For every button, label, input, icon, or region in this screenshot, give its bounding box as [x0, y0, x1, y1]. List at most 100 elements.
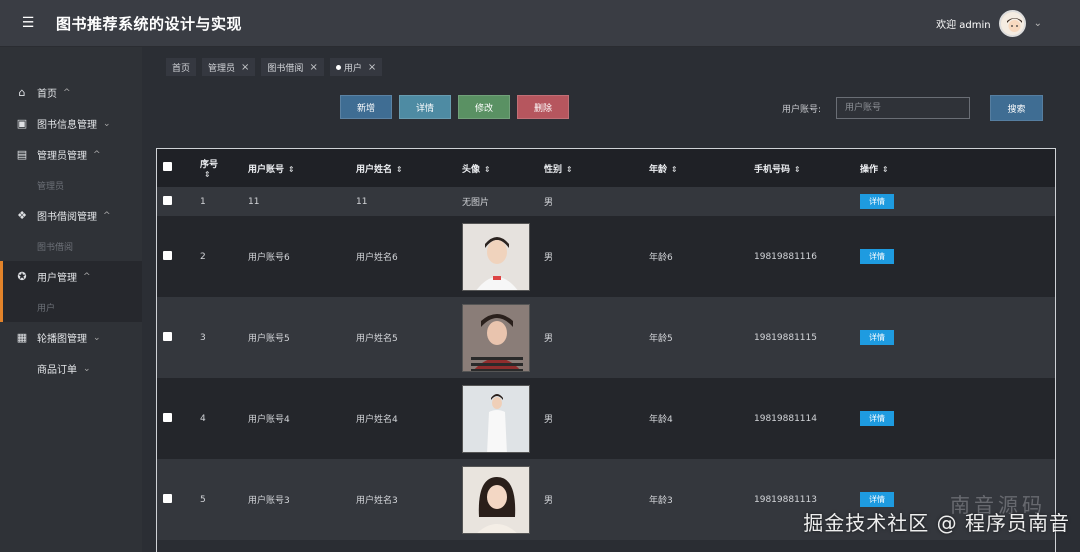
sort-icon: ⇕ [794, 164, 801, 174]
cell-age: 年龄4 [649, 378, 754, 459]
chevron-up-icon: ^ [83, 271, 91, 282]
cell-phone: 19819881116 [754, 216, 860, 297]
layout-icon: ▤ [16, 148, 28, 161]
search-input[interactable] [836, 97, 970, 119]
chevron-down-icon: ⌄ [83, 363, 91, 374]
cell-phone [754, 187, 860, 216]
sidebar-item-borrow-manage[interactable]: ❖ 图书借阅管理 ^ [0, 200, 142, 231]
sidebar-sub-admin[interactable]: 管理员 [0, 170, 142, 200]
tab-user[interactable]: 用户 × [329, 58, 383, 76]
row-detail-button[interactable]: 详情 [860, 194, 894, 209]
col-header-avatar[interactable]: 头像 ⇕ [462, 149, 544, 187]
cell-account: 用户账号4 [248, 378, 356, 459]
tab-admin[interactable]: 管理员 × [202, 58, 256, 76]
col-header-label: 性别 [544, 164, 563, 175]
sidebar-sub-borrow[interactable]: 图书借阅 [0, 231, 142, 261]
cell-no: 2 [200, 216, 248, 297]
tab-home[interactable]: 首页 [166, 58, 197, 76]
search-button[interactable]: 搜索 [990, 95, 1043, 121]
sidebar-sub-user[interactable]: 用户 [0, 292, 142, 322]
sidebar-item-carousel[interactable]: ▦ 轮播图管理 ⌄ [0, 322, 142, 353]
table-row: 2 用户账号6 用户姓名6 男 年龄6 19819881116 详情 [157, 216, 1055, 297]
carousel-icon: ▦ [16, 331, 28, 344]
cell-name: 11 [356, 187, 462, 216]
col-header-gender[interactable]: 性别 ⇕ [544, 149, 649, 187]
col-header-phone[interactable]: 手机号码 ⇕ [754, 149, 860, 187]
col-header-no[interactable]: 序号 ⇕ [200, 149, 248, 187]
col-header-age[interactable]: 年龄 ⇕ [649, 149, 754, 187]
row-checkbox[interactable] [163, 195, 172, 205]
sidebar-item-admin-manage[interactable]: ▤ 管理员管理 ^ [0, 139, 142, 170]
row-detail-button[interactable]: 详情 [860, 249, 894, 264]
row-checkbox[interactable] [163, 331, 172, 341]
sidebar-item-label: 商品订单 [37, 365, 77, 376]
sidebar-item-label: 管理员管理 [37, 151, 87, 162]
sidebar-item-book-info[interactable]: ▣ 图书信息管理 ⌄ [0, 108, 142, 139]
delete-button[interactable]: 删除 [517, 95, 569, 119]
user-avatar-image[interactable] [462, 303, 530, 372]
sort-icon: ⇕ [671, 164, 678, 174]
chevron-down-icon[interactable]: ⌄ [1034, 18, 1042, 29]
col-header-label: 序号 [200, 160, 219, 170]
detail-button[interactable]: 详情 [399, 95, 451, 119]
edit-button[interactable]: 修改 [458, 95, 510, 119]
col-header-label: 年龄 [649, 164, 668, 175]
row-detail-button[interactable]: 详情 [860, 411, 894, 426]
sidebar-item-label: 用户管理 [37, 273, 77, 284]
app-title: 图书推荐系统的设计与实现 [56, 14, 243, 33]
user-table: 序号 ⇕ 用户账号 ⇕ 用户姓名 ⇕ 头像 ⇕ 性别 ⇕ 年龄 ⇕ 手机号码 ⇕ 操作 ⇕ 1 … [156, 148, 1056, 552]
welcome-text: 欢迎 admin [936, 19, 991, 31]
user-avatar-image[interactable] [462, 222, 530, 291]
table-row: 1 11 11 无图片 男 详情 [157, 187, 1055, 216]
avatar[interactable] [998, 9, 1026, 37]
row-checkbox[interactable] [163, 493, 172, 503]
tab-label: 管理员 [208, 63, 236, 74]
tab-bar: 首页 管理员 × 图书借阅 × 用户 × [166, 57, 388, 77]
user-avatar-image[interactable] [462, 384, 530, 453]
cell-age: 年龄3 [649, 459, 754, 540]
table-row: 4 用户账号4 用户姓名4 男 年龄4 19819881114 详情 [157, 378, 1055, 459]
row-checkbox[interactable] [163, 412, 172, 422]
sidebar-item-orders[interactable]: 商品订单 ⌄ [0, 353, 142, 384]
cell-age [649, 187, 754, 216]
col-header-action[interactable]: 操作 ⇕ [860, 149, 1055, 187]
user-avatar-image[interactable] [462, 465, 530, 534]
watermark: 掘金技术社区 @ 程序员南音 [803, 511, 1070, 535]
sidebar-item-label: 图书借阅管理 [37, 212, 97, 223]
sidebar-item-label: 图书信息管理 [37, 120, 97, 131]
col-header-account[interactable]: 用户账号 ⇕ [248, 149, 356, 187]
cell-name: 用户姓名5 [356, 297, 462, 378]
sort-icon: ⇕ [288, 164, 295, 174]
sidebar-item-home[interactable]: ⌂ 首页 ^ [0, 77, 142, 108]
cell-no: 3 [200, 297, 248, 378]
cell-no: 1 [200, 187, 248, 216]
chevron-up-icon: ^ [93, 149, 101, 160]
sort-icon: ⇕ [882, 164, 889, 174]
chevron-down-icon: ⌄ [103, 118, 111, 129]
sidebar-item-user-manage[interactable]: ✪ 用户管理 ^ [0, 261, 142, 292]
select-all-checkbox[interactable] [163, 162, 172, 171]
apps-icon: ❖ [17, 209, 27, 222]
cell-gender: 男 [544, 187, 649, 216]
row-checkbox[interactable] [163, 250, 172, 260]
table-row: 3 用户账号5 用户姓名5 男 年龄5 19819881115 详情 [157, 297, 1055, 378]
tab-label: 图书借阅 [267, 63, 304, 74]
row-detail-button[interactable]: 详情 [860, 330, 894, 345]
chevron-up-icon: ^ [63, 87, 71, 98]
close-icon[interactable]: × [241, 62, 249, 73]
user-area[interactable]: 欢迎 admin ⌄ [936, 9, 1042, 37]
cell-gender: 男 [544, 297, 649, 378]
tab-label: 用户 [343, 63, 362, 74]
close-icon[interactable]: × [309, 62, 317, 73]
sidebar-item-label: 轮播图管理 [37, 334, 87, 345]
menu-icon[interactable]: ☰ [18, 13, 38, 33]
cell-phone: 19819881114 [754, 378, 860, 459]
cell-gender: 男 [544, 378, 649, 459]
cell-no: 4 [200, 378, 248, 459]
col-header-label: 用户姓名 [356, 164, 393, 175]
tab-borrow[interactable]: 图书借阅 × [261, 58, 324, 76]
row-detail-button[interactable]: 详情 [860, 492, 894, 507]
close-icon[interactable]: × [368, 62, 376, 73]
add-button[interactable]: 新增 [340, 95, 392, 119]
col-header-name[interactable]: 用户姓名 ⇕ [356, 149, 462, 187]
